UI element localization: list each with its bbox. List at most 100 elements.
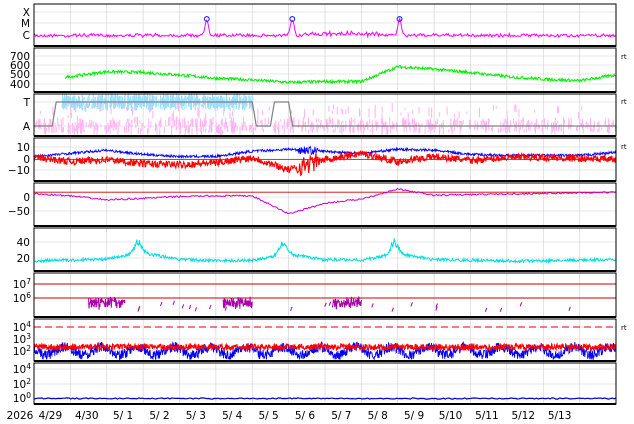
- type-a-mark: [88, 124, 90, 128]
- type-a-mark: [81, 122, 83, 130]
- type-a-mark: [144, 126, 146, 129]
- type-a-mark: [318, 118, 320, 123]
- type-a-mark: [514, 104, 516, 112]
- type-a-mark: [187, 120, 189, 129]
- x-axis-date-label: 5/ 7: [331, 410, 351, 422]
- panel-3-y-tick-label: A: [23, 121, 31, 133]
- type-a-mark: [450, 123, 452, 131]
- type-a-mark: [109, 119, 111, 130]
- type-a-mark: [409, 121, 411, 129]
- type-a-mark: [520, 119, 522, 123]
- type-a-mark: [308, 129, 310, 135]
- type-a-mark: [75, 128, 77, 132]
- type-a-mark: [216, 125, 218, 133]
- type-a-mark: [328, 116, 330, 125]
- type-a-mark: [406, 126, 408, 132]
- type-a-mark: [76, 116, 78, 127]
- type-t-mark: [151, 95, 153, 102]
- type-a-mark: [333, 104, 335, 110]
- type-a-mark: [90, 123, 92, 129]
- type-a-mark: [523, 129, 525, 133]
- x-axis-date-label: 5/12: [511, 410, 535, 422]
- type-a-mark: [156, 127, 158, 137]
- type-a-mark: [260, 120, 262, 124]
- type-a-mark: [469, 120, 471, 130]
- type-a-mark: [293, 119, 295, 127]
- type-a-mark: [520, 127, 522, 131]
- type-t-mark: [201, 104, 203, 107]
- electron-flux-blip: [172, 300, 176, 305]
- type-t-mark: [232, 95, 234, 105]
- type-a-mark: [135, 116, 137, 124]
- type-a-mark: [116, 122, 118, 130]
- type-a-mark: [110, 107, 112, 115]
- type-a-mark: [292, 126, 294, 134]
- type-t-mark: [124, 99, 126, 109]
- type-a-mark: [173, 119, 175, 124]
- type-a-mark: [531, 121, 533, 126]
- type-a-mark: [466, 111, 468, 115]
- type-t-mark: [228, 102, 230, 110]
- type-t-mark: [80, 102, 82, 107]
- type-t-mark: [114, 104, 116, 108]
- type-a-mark: [415, 126, 417, 133]
- type-a-mark: [454, 117, 456, 127]
- type-a-mark: [244, 121, 246, 131]
- panel-5-y-tick-label: −50: [8, 206, 30, 218]
- type-a-mark: [117, 128, 119, 136]
- type-t-mark: [153, 95, 155, 105]
- type-t-mark: [141, 95, 143, 105]
- type-t-mark: [136, 100, 138, 107]
- electron-flux-blip: [391, 307, 394, 312]
- type-t-mark: [68, 96, 70, 105]
- type-a-mark: [458, 111, 460, 119]
- type-t-mark: [164, 99, 166, 108]
- x-axis-date-label: 5/ 1: [113, 410, 133, 422]
- type-a-mark: [185, 125, 187, 131]
- x-axis-date-label: 5/ 6: [295, 410, 316, 422]
- type-a-mark: [301, 125, 303, 133]
- type-a-mark: [433, 124, 435, 130]
- type-a-mark: [407, 112, 409, 121]
- panel-9-y-tick-label: 102: [13, 377, 31, 391]
- type-a-mark: [462, 120, 464, 124]
- type-a-mark: [43, 122, 45, 126]
- type-a-mark: [198, 128, 200, 131]
- type-a-mark: [210, 126, 212, 133]
- type-a-mark: [99, 104, 101, 112]
- type-a-mark: [347, 106, 349, 114]
- type-a-mark: [60, 119, 62, 129]
- type-a-mark: [229, 120, 231, 126]
- type-a-mark: [236, 126, 238, 131]
- type-a-mark: [383, 122, 385, 128]
- type-a-mark: [407, 119, 409, 127]
- type-a-mark: [412, 109, 414, 115]
- type-a-mark: [148, 118, 150, 126]
- type-a-mark: [537, 124, 539, 131]
- type-a-mark: [277, 125, 279, 130]
- type-a-mark: [490, 127, 492, 131]
- panel-6-grid: [33, 228, 617, 271]
- right-panel-mark: rt: [621, 143, 627, 151]
- type-a-mark: [251, 122, 253, 128]
- type-a-mark: [209, 118, 211, 128]
- type-a-mark: [184, 128, 186, 136]
- type-a-mark: [313, 127, 315, 130]
- type-a-mark: [380, 118, 382, 124]
- type-a-mark: [147, 128, 149, 135]
- panel-9-y-tick-label: 104: [13, 362, 31, 376]
- type-a-mark: [68, 122, 70, 128]
- type-a-mark: [242, 126, 244, 130]
- type-t-mark: [240, 97, 242, 101]
- x-axis-date-label: 5/ 3: [186, 410, 206, 422]
- type-a-mark: [345, 109, 347, 115]
- type-a-mark: [127, 118, 129, 123]
- type-a-mark: [502, 123, 504, 132]
- type-a-mark: [200, 122, 202, 126]
- type-a-mark: [255, 125, 257, 131]
- type-a-mark: [172, 119, 174, 129]
- type-a-mark: [223, 122, 225, 127]
- type-a-mark: [267, 117, 269, 125]
- x-axis-date-label: 5/13: [548, 410, 572, 422]
- type-a-mark: [165, 120, 167, 127]
